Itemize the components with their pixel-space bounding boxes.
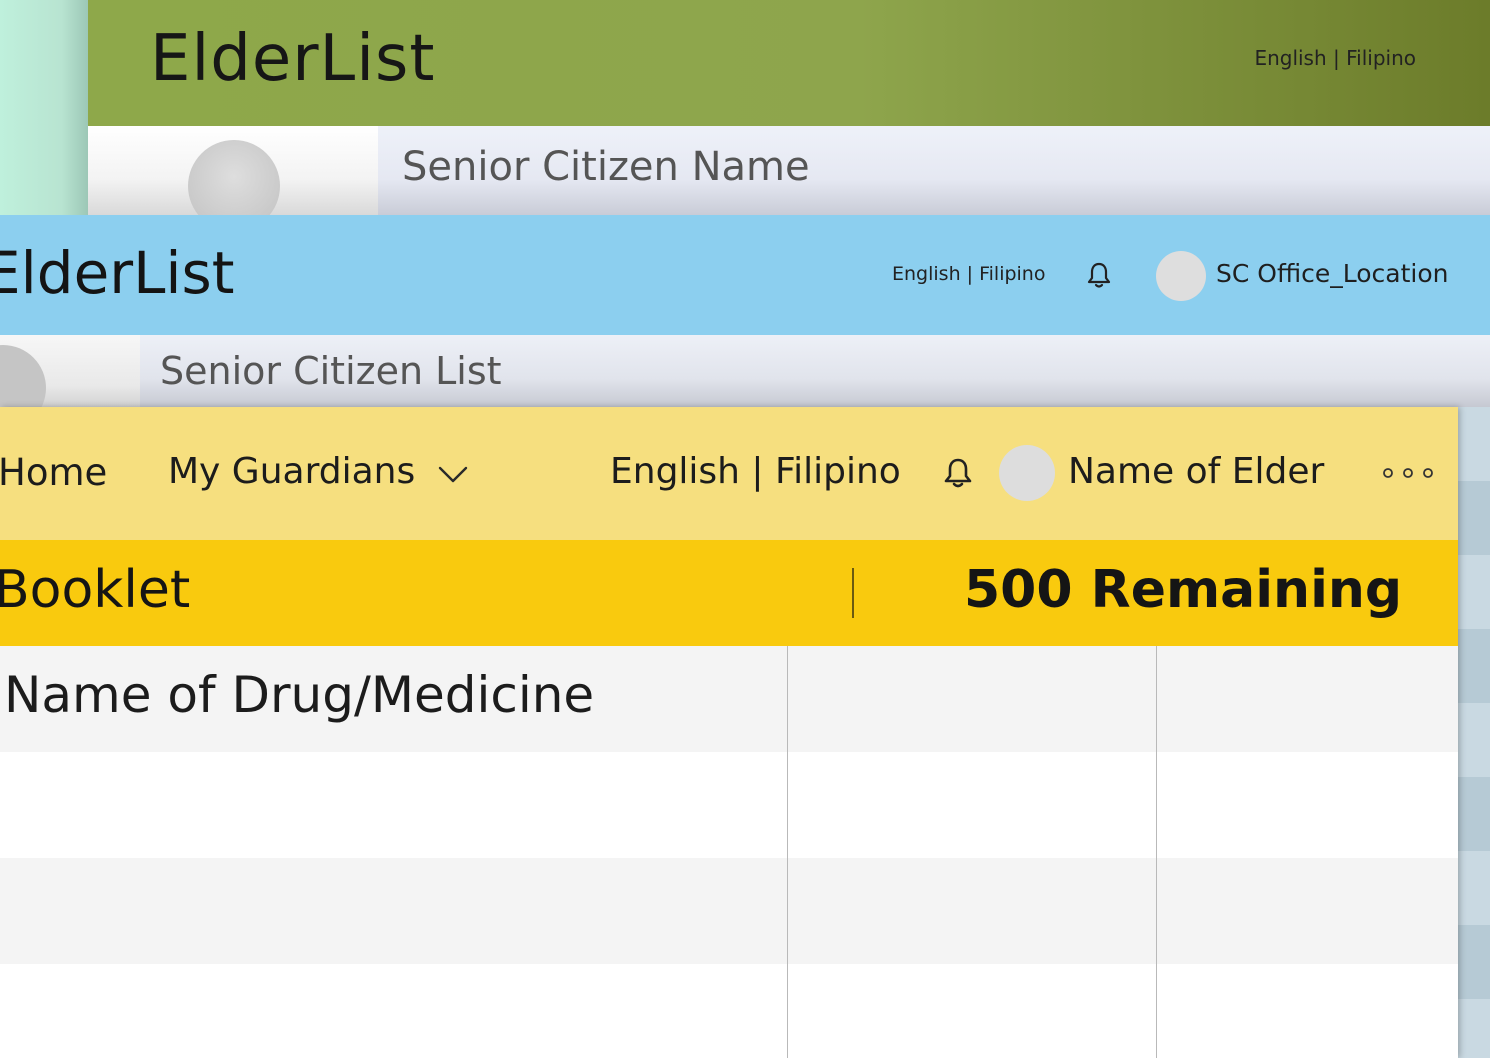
front-window: Home My Guardians English | Filipino Nam… (0, 407, 1458, 1058)
booklet-bar: Booklet 500 Remaining (0, 540, 1458, 646)
back-sub-header: Senior Citizen Name (88, 126, 1490, 232)
back-app-title: ElderList (150, 22, 436, 96)
background-list-edge (1458, 407, 1490, 1058)
elder-name-label[interactable]: Name of Elder (1068, 451, 1324, 492)
booklet-divider (852, 568, 854, 618)
middle-app-title: ElderList (0, 239, 235, 307)
table-header-row: Name of Drug/Medicine (0, 646, 1458, 752)
table-column-divider (787, 646, 788, 1058)
back-avatar-panel (88, 126, 378, 232)
chevron-down-icon[interactable] (436, 461, 470, 487)
nav-home-link[interactable]: Home (0, 451, 107, 494)
middle-avatar[interactable] (1156, 251, 1206, 301)
middle-sub-header-label: Senior Citizen List (160, 349, 502, 393)
table-row[interactable] (0, 964, 1458, 1058)
front-language-toggle[interactable]: English | Filipino (610, 451, 901, 492)
medicine-table: Name of Drug/Medicine (0, 646, 1458, 1058)
back-language-toggle[interactable]: English | Filipino (1254, 46, 1416, 70)
table-row[interactable] (0, 858, 1458, 964)
middle-app-header: ElderList English | Filipino SC Office_L… (0, 215, 1490, 335)
table-column-divider (1156, 646, 1157, 1058)
back-app-header: ElderList English | Filipino (88, 0, 1490, 126)
middle-user-label[interactable]: SC Office_Location (1216, 259, 1448, 288)
more-icon[interactable] (1380, 463, 1436, 483)
back-window-edge (0, 0, 88, 215)
booklet-remaining-count: 500 Remaining (964, 560, 1403, 620)
middle-sub-header-bar: Senior Citizen List (140, 335, 1490, 407)
middle-sub-header: Senior Citizen List (0, 335, 1490, 431)
middle-language-toggle[interactable]: English | Filipino (892, 263, 1045, 285)
nav-guardians-dropdown[interactable]: My Guardians (168, 451, 415, 492)
back-sub-header-bar: Senior Citizen Name (378, 126, 1490, 215)
middle-avatar-panel (0, 335, 140, 431)
front-nav-bar: Home My Guardians English | Filipino Nam… (0, 407, 1458, 540)
back-sub-header-label: Senior Citizen Name (402, 144, 810, 190)
elder-avatar[interactable] (999, 445, 1055, 501)
bell-icon[interactable] (939, 454, 977, 492)
booklet-label: Booklet (0, 560, 191, 620)
table-row[interactable] (0, 752, 1458, 858)
bell-icon[interactable] (1083, 259, 1115, 291)
table-header-drug-name: Name of Drug/Medicine (4, 666, 595, 724)
